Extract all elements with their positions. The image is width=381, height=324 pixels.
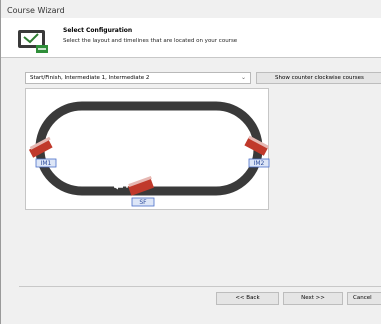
layout-select[interactable]: Start/Finish, Intermediate 1, Intermedia… [25,72,251,84]
track-diagram: IM1 IM2 SF [28,101,270,207]
cancel-button[interactable]: Cancel [347,292,381,305]
course-wizard-window: Course Wizard Select Configuration Selec… [0,0,381,324]
next-button[interactable]: Next >> [283,292,343,305]
im2-label: IM2 [254,160,265,167]
course-wizard-icon [18,30,48,53]
show-ccw-courses-button[interactable]: Show counter clockwise courses [256,72,381,84]
track-preview: IM1 IM2 SF [25,88,270,210]
header-title: Select Configuration [63,27,133,34]
chevron-down-icon: ⌄ [240,74,246,81]
header-subtitle: Select the layout and timelines that are… [63,38,238,44]
footer-divider [19,286,381,287]
window-title: Course Wizard [7,6,65,15]
im1-label: IM1 [41,160,52,167]
back-button[interactable]: << Back [216,292,279,305]
layout-select-value: Start/Finish, Intermediate 1, Intermedia… [30,75,150,81]
sf-label: SF [139,199,147,206]
header-divider [1,57,381,58]
wizard-header: Select Configuration Select the layout a… [1,18,381,58]
